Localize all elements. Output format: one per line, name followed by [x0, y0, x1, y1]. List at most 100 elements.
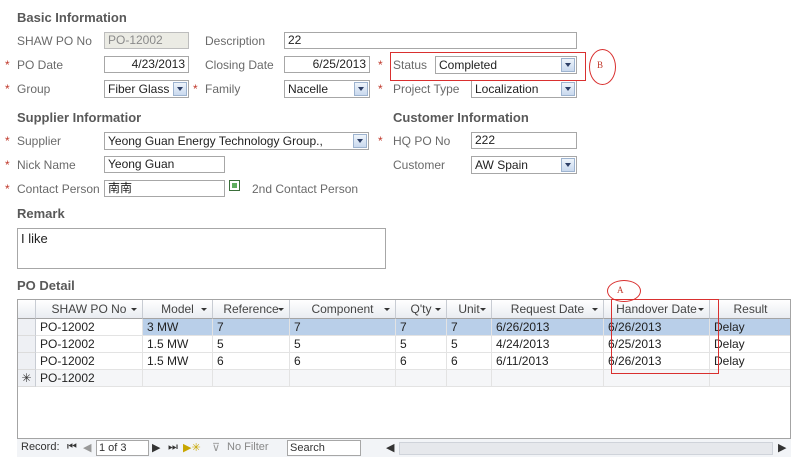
- family-label: Family: [205, 82, 241, 96]
- cell-reference[interactable]: 7: [213, 319, 290, 336]
- required-mark: *: [193, 82, 198, 96]
- cell-model[interactable]: 1.5 MW: [143, 353, 213, 370]
- column-header-label: Reference: [223, 302, 279, 316]
- po-detail-heading: PO Detail: [17, 278, 75, 293]
- first-record-icon[interactable]: ⏮: [67, 441, 77, 454]
- chevron-down-icon[interactable]: [561, 82, 575, 96]
- annotation-box-a: [611, 299, 719, 374]
- cell-request-date[interactable]: 4/24/2013: [492, 336, 604, 353]
- shaw-po-field[interactable]: PO-12002: [104, 32, 189, 49]
- cell-qty[interactable]: 7: [396, 319, 447, 336]
- cell-qty[interactable]: [396, 370, 447, 387]
- project-type-dropdown[interactable]: Localization: [471, 80, 577, 98]
- cell-unit[interactable]: 7: [447, 319, 492, 336]
- cell-qty[interactable]: 6: [396, 353, 447, 370]
- search-input[interactable]: Search: [287, 440, 361, 456]
- closing-date-field[interactable]: 6/25/2013: [284, 56, 370, 73]
- cell-shaw-po-no[interactable]: PO-12002: [36, 353, 143, 370]
- customer-dropdown[interactable]: AW Spain: [471, 156, 577, 174]
- hq-po-field[interactable]: 222: [471, 132, 577, 149]
- filter-icon[interactable]: ⊽: [212, 441, 220, 454]
- sort-filter-arrow-icon[interactable]: [480, 308, 486, 311]
- group-label: Group: [17, 82, 51, 96]
- column-header-component[interactable]: Component: [290, 300, 396, 319]
- cell-shaw-po-no[interactable]: PO-12002: [36, 319, 143, 336]
- nick-name-field[interactable]: Yeong Guan: [104, 156, 225, 173]
- sort-filter-arrow-icon[interactable]: [201, 308, 207, 311]
- group-dropdown[interactable]: Fiber Glass: [104, 80, 189, 98]
- column-header-reference[interactable]: Reference: [213, 300, 290, 319]
- family-dropdown[interactable]: Nacelle: [284, 80, 370, 98]
- po-date-field[interactable]: 4/23/2013: [104, 56, 189, 73]
- cell-shaw-po-no[interactable]: PO-12002: [36, 370, 143, 387]
- next-record-icon[interactable]: ▶: [152, 441, 160, 454]
- record-navigator: Record: ⏮ ◀ 1 of 3 ▶ ⏭ ▶✳ ⊽ No Filter Se…: [17, 438, 791, 457]
- cell-result[interactable]: Delay: [710, 336, 790, 353]
- new-record-icon[interactable]: ▶✳: [183, 441, 201, 454]
- required-mark: *: [5, 134, 10, 148]
- column-header-qty[interactable]: Q'ty: [396, 300, 447, 319]
- customer-value: AW Spain: [475, 158, 528, 172]
- sort-filter-arrow-icon[interactable]: [592, 308, 598, 311]
- cell-model[interactable]: 3 MW: [143, 319, 213, 336]
- cell-unit[interactable]: 5: [447, 336, 492, 353]
- cell-model[interactable]: 1.5 MW: [143, 336, 213, 353]
- sort-filter-arrow-icon[interactable]: [131, 308, 137, 311]
- supplier-info-heading: Supplier Informatior: [17, 110, 142, 125]
- cell-component[interactable]: 7: [290, 319, 396, 336]
- cell-reference[interactable]: 5: [213, 336, 290, 353]
- cell-request-date[interactable]: [492, 370, 604, 387]
- cell-request-date[interactable]: 6/26/2013: [492, 319, 604, 336]
- sort-filter-arrow-icon[interactable]: [435, 308, 441, 311]
- horizontal-scrollbar[interactable]: [399, 442, 773, 455]
- description-label: Description: [205, 34, 266, 48]
- description-field[interactable]: 22: [284, 32, 577, 49]
- basic-info-heading: Basic Information: [17, 10, 127, 25]
- cell-request-date[interactable]: 6/11/2013: [492, 353, 604, 370]
- sort-filter-arrow-icon[interactable]: [278, 308, 284, 311]
- column-header-unit[interactable]: Unit: [447, 300, 492, 319]
- chevron-down-icon[interactable]: [353, 134, 367, 148]
- supplier-value: Yeong Guan Energy Technology Group.,: [108, 134, 323, 148]
- remark-heading: Remark: [17, 206, 65, 221]
- select-all-corner[interactable]: [18, 300, 36, 319]
- cell-result[interactable]: Delay: [710, 319, 790, 336]
- previous-record-icon[interactable]: ◀: [83, 441, 91, 454]
- column-header-request-date[interactable]: Request Date: [492, 300, 604, 319]
- record-position-field[interactable]: 1 of 3: [96, 440, 149, 456]
- scroll-left-icon[interactable]: ◀: [386, 441, 394, 454]
- cell-reference[interactable]: 6: [213, 353, 290, 370]
- cell-reference[interactable]: [213, 370, 290, 387]
- cell-component[interactable]: 5: [290, 336, 396, 353]
- supplier-label: Supplier: [17, 134, 62, 148]
- nick-name-label: Nick Name: [17, 158, 76, 172]
- remark-textarea[interactable]: I like: [17, 228, 386, 269]
- cell-component[interactable]: [290, 370, 396, 387]
- annotation-letter-b: B: [597, 60, 604, 70]
- cell-qty[interactable]: 5: [396, 336, 447, 353]
- scroll-right-icon[interactable]: ▶: [778, 441, 786, 454]
- cell-result[interactable]: Delay: [710, 353, 790, 370]
- cell-unit[interactable]: 6: [447, 353, 492, 370]
- contact-person-label: Contact Person: [17, 182, 100, 196]
- checkbox-icon[interactable]: [229, 180, 240, 191]
- column-header-result[interactable]: Result: [710, 300, 790, 319]
- cell-result[interactable]: [710, 370, 790, 387]
- project-type-label: Project Type: [393, 82, 460, 96]
- column-header-model[interactable]: Model: [143, 300, 213, 319]
- no-filter-label[interactable]: No Filter: [227, 441, 269, 453]
- column-header-label: Unit: [458, 302, 480, 316]
- cell-model[interactable]: [143, 370, 213, 387]
- chevron-down-icon[interactable]: [354, 82, 368, 96]
- cell-component[interactable]: 6: [290, 353, 396, 370]
- cell-unit[interactable]: [447, 370, 492, 387]
- chevron-down-icon[interactable]: [173, 82, 187, 96]
- chevron-down-icon[interactable]: [561, 158, 575, 172]
- cell-shaw-po-no[interactable]: PO-12002: [36, 336, 143, 353]
- last-record-icon[interactable]: ⏭: [168, 441, 178, 454]
- sort-filter-arrow-icon[interactable]: [384, 308, 390, 311]
- annotation-letter-a: A: [617, 285, 624, 295]
- supplier-dropdown[interactable]: Yeong Guan Energy Technology Group.,: [104, 132, 369, 150]
- contact-person-field[interactable]: 南南: [104, 180, 225, 197]
- column-header-shaw-po-no[interactable]: SHAW PO No: [36, 300, 143, 319]
